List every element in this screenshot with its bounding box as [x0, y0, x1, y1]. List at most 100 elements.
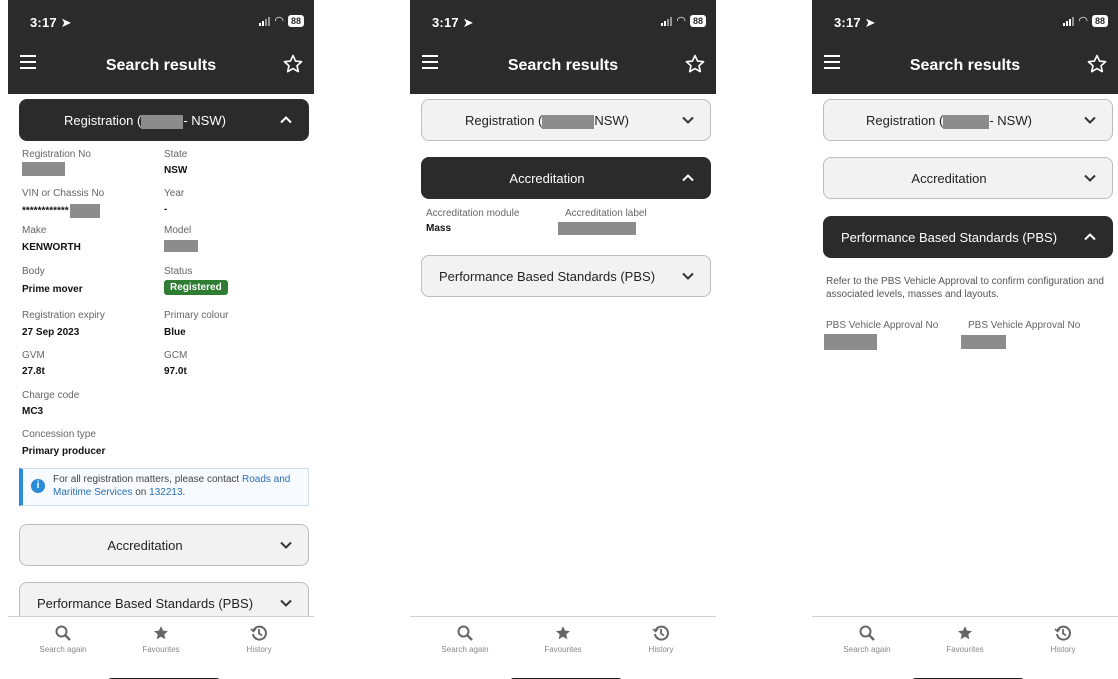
status-icons: ◠ 88: [259, 14, 304, 27]
wifi-icon: ◠: [676, 15, 686, 27]
expiry-value: 27 Sep 2023: [22, 327, 80, 338]
search-icon: [55, 625, 71, 641]
chevron-up-icon: [280, 116, 292, 124]
accordion-label: Registration (- NSW): [64, 113, 226, 129]
nav-label: Search again: [39, 645, 87, 654]
redacted-plate: [943, 114, 990, 129]
redacted-plate: [542, 114, 595, 129]
nav-favourites[interactable]: Favourites: [523, 624, 603, 654]
chevron-down-icon: [1084, 174, 1096, 182]
colour-value: Blue: [164, 327, 186, 338]
pbs-approval-label-2: PBS Vehicle Approval No: [968, 320, 1081, 331]
nav-label: Favourites: [544, 645, 582, 654]
accreditation-accordion[interactable]: Accreditation: [421, 157, 711, 199]
star-icon: [958, 626, 972, 640]
accreditation-module-value: Mass: [426, 223, 452, 234]
chevron-up-icon: [1084, 233, 1096, 241]
app-bar: Search results: [410, 40, 716, 94]
star-icon[interactable]: [684, 53, 706, 75]
nav-history[interactable]: History: [1023, 624, 1103, 654]
signal-icon: [1063, 16, 1075, 26]
status-bar: 3:17 ➤ ◠ 88: [8, 0, 314, 40]
bottom-nav: Search again Favourites History: [812, 616, 1118, 679]
accordion-label: Registration (NSW): [465, 113, 629, 129]
page-title: Search results: [909, 57, 1021, 74]
status-badge: Registered: [164, 280, 228, 295]
pbs-approval-label-1: PBS Vehicle Approval No: [826, 320, 939, 331]
nav-history[interactable]: History: [219, 624, 299, 654]
nav-label: Favourites: [142, 645, 180, 654]
phone-screen-pbs: 3:17 ➤ ◠ 88 Search results Registration …: [812, 0, 1118, 679]
accordion-label: Performance Based Standards (PBS): [36, 596, 254, 611]
body-label: Body: [22, 266, 45, 277]
accordion-label: Performance Based Standards (PBS): [840, 230, 1058, 245]
star-icon[interactable]: [1086, 53, 1108, 75]
status-time: 3:17 ➤: [432, 15, 474, 30]
signal-icon: [661, 16, 673, 26]
wifi-icon: ◠: [274, 15, 284, 27]
redacted-plate: [141, 114, 184, 129]
accreditation-accordion[interactable]: Accreditation: [823, 157, 1113, 199]
app-bar: Search results: [812, 40, 1118, 94]
gvm-value: 27.8t: [22, 366, 45, 377]
accreditation-label-label: Accreditation label: [565, 208, 647, 219]
redacted-model: [164, 240, 198, 252]
colour-label: Primary colour: [164, 310, 229, 321]
chevron-down-icon: [280, 541, 292, 549]
history-icon: [1054, 625, 1071, 641]
nav-label: Favourites: [946, 645, 984, 654]
battery-icon: 88: [689, 14, 706, 27]
chevron-up-icon: [682, 174, 694, 182]
battery-icon: 88: [1091, 14, 1108, 27]
page-title: Search results: [507, 57, 619, 74]
content: Registration (- NSW) Accreditation Perfo…: [812, 94, 1118, 616]
nav-search-again[interactable]: Search again: [23, 624, 103, 654]
status-time: 3:17 ➤: [30, 15, 72, 30]
content: Registration (NSW) Accreditation Accredi…: [410, 94, 716, 616]
status-time: 3:17 ➤: [834, 15, 876, 30]
nav-history[interactable]: History: [621, 624, 701, 654]
search-icon: [859, 625, 875, 641]
charge-code-value: MC3: [22, 406, 44, 417]
nav-label: Search again: [843, 645, 891, 654]
star-icon[interactable]: [282, 53, 304, 75]
nav-favourites[interactable]: Favourites: [121, 624, 201, 654]
registration-accordion[interactable]: Registration (- NSW): [823, 99, 1113, 141]
make-value: KENWORTH: [22, 242, 81, 253]
pbs-accordion[interactable]: Performance Based Standards (PBS): [823, 216, 1113, 258]
phone-link[interactable]: 132213: [149, 487, 182, 498]
nav-label: History: [246, 645, 272, 654]
gcm-value: 97.0t: [164, 366, 187, 377]
status-icons: ◠ 88: [661, 14, 706, 27]
body-value: Prime mover: [22, 284, 83, 295]
redacted-vin: [69, 204, 100, 218]
vin-label: VIN or Chassis No: [22, 188, 105, 199]
accreditation-accordion[interactable]: Accreditation: [19, 524, 309, 566]
nav-search-again[interactable]: Search again: [425, 624, 505, 654]
registration-accordion[interactable]: Registration (- NSW): [19, 99, 309, 141]
pbs-description: Refer to the PBS Vehicle Approval to con…: [826, 276, 1104, 300]
gvm-label: GVM: [22, 350, 45, 361]
pbs-accordion[interactable]: Performance Based Standards (PBS): [421, 255, 711, 297]
nav-search-again[interactable]: Search again: [827, 624, 907, 654]
registration-accordion[interactable]: Registration (NSW): [421, 99, 711, 141]
accreditation-module-label: Accreditation module: [426, 208, 520, 219]
accordion-label: Registration (- NSW): [866, 113, 1032, 129]
nav-favourites[interactable]: Favourites: [925, 624, 1005, 654]
info-box: i For all registration matters, please c…: [19, 468, 309, 506]
model-label: Model: [164, 225, 192, 236]
chevron-down-icon: [280, 599, 292, 607]
chevron-down-icon: [1084, 116, 1096, 124]
vin-value: ************: [22, 204, 100, 218]
bottom-nav: Search again Favourites History: [8, 616, 314, 679]
nav-label: Search again: [441, 645, 489, 654]
pbs-accordion[interactable]: Performance Based Standards (PBS): [19, 582, 309, 616]
status-bar: 3:17 ➤ ◠ 88: [812, 0, 1118, 40]
history-icon: [652, 625, 669, 641]
star-icon: [154, 626, 168, 640]
concession-value: Primary producer: [22, 446, 106, 457]
page-title: Search results: [105, 57, 217, 74]
accordion-label: Accreditation: [509, 171, 585, 186]
redacted-registration-no: [22, 162, 65, 176]
year-label: Year: [164, 188, 185, 199]
